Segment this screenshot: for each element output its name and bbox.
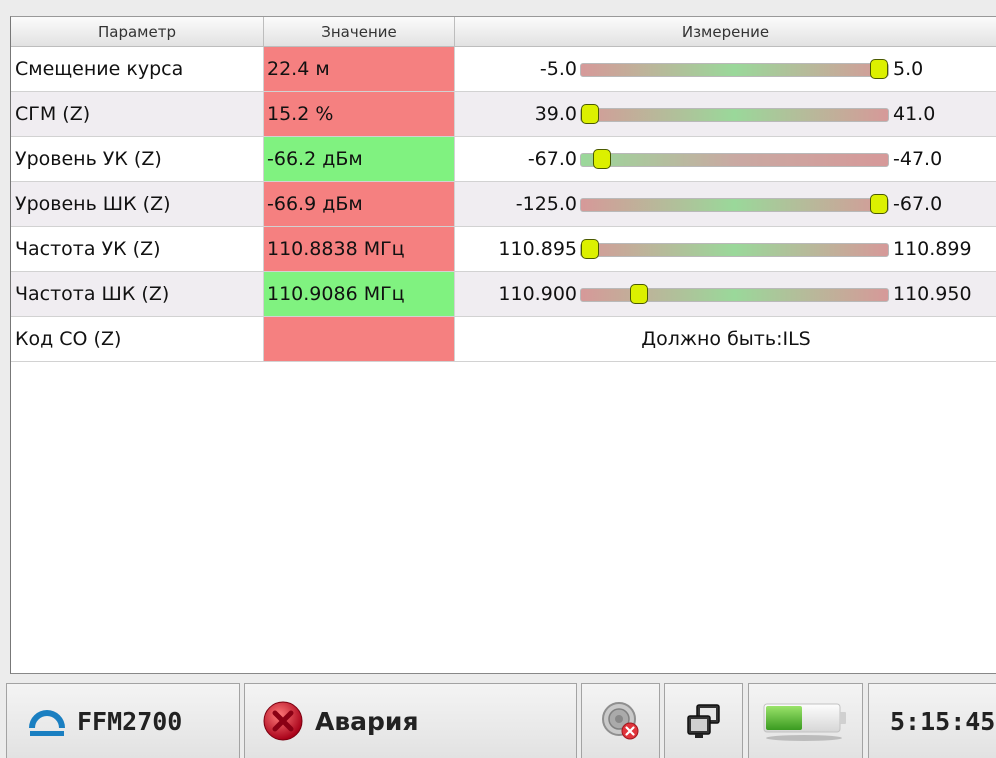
range-min: -125.0 <box>515 193 577 215</box>
range-min: -5.0 <box>539 58 577 80</box>
range-max: -67.0 <box>893 193 943 215</box>
alarm-icon <box>263 701 303 741</box>
table-row[interactable]: Код СО (Z) Должно быть:ILS <box>11 317 996 362</box>
range-max: 110.899 <box>893 238 972 260</box>
measurement-bar <box>580 284 889 304</box>
device-name: FFM2700 <box>77 706 183 736</box>
range-max: 5.0 <box>893 58 924 80</box>
range-min: 110.895 <box>498 238 577 260</box>
table-row[interactable]: Смещение курса 22.4 м -5.0 5.0 <box>11 47 996 92</box>
range-min: -67.0 <box>527 148 577 170</box>
parameter-value: -66.2 дБм <box>264 137 455 181</box>
table-row[interactable]: Частота ШК (Z) 110.9086 МГц 110.900 110.… <box>11 272 996 317</box>
parameter-value: 15.2 % <box>264 92 455 136</box>
table-header: Параметр Значение Измерение <box>11 17 996 47</box>
measurement-cell: -67.0 -47.0 <box>455 137 996 181</box>
parameter-name: Частота ШК (Z) <box>11 272 264 316</box>
parameters-table: Параметр Значение Измерение Смещение кур… <box>10 16 996 674</box>
range-min: 110.900 <box>498 283 577 305</box>
parameter-name: Код СО (Z) <box>11 317 264 361</box>
network-icon <box>686 704 720 738</box>
measurement-bar <box>580 104 889 124</box>
device-button[interactable]: FFM2700 <box>6 683 240 758</box>
parameter-name: СГМ (Z) <box>11 92 264 136</box>
parameter-name: Уровень УК (Z) <box>11 137 264 181</box>
measurement-bar <box>580 239 889 259</box>
table-row[interactable]: Уровень ШК (Z) -66.9 дБм -125.0 -67.0 <box>11 182 996 227</box>
parameter-name: Частота УК (Z) <box>11 227 264 271</box>
measurement-indicator <box>581 104 599 124</box>
battery-button[interactable] <box>748 683 863 758</box>
expected-code-text: Должно быть:ILS <box>641 328 811 350</box>
measurement-indicator <box>581 239 599 259</box>
column-header-measurement[interactable]: Измерение <box>455 17 996 47</box>
measurement-cell: -125.0 -67.0 <box>455 182 996 226</box>
measurement-bar <box>580 194 889 214</box>
network-button[interactable] <box>664 683 743 758</box>
measurement-bar <box>580 59 889 79</box>
parameter-value: 110.9086 МГц <box>264 272 455 316</box>
measurement-cell: 110.895 110.899 <box>455 227 996 271</box>
measurement-cell: 39.0 41.0 <box>455 92 996 136</box>
range-max: 41.0 <box>893 103 936 125</box>
device-logo-icon <box>29 710 65 736</box>
battery-icon <box>763 703 846 741</box>
measurement-indicator <box>630 284 648 304</box>
status-button[interactable]: Авария <box>244 683 577 758</box>
parameter-value: 22.4 м <box>264 47 455 91</box>
table-row[interactable]: Уровень УК (Z) -66.2 дБм -67.0 -47.0 <box>11 137 996 182</box>
measurement-cell: Должно быть:ILS <box>455 317 996 361</box>
measurement-cell: 110.900 110.950 <box>455 272 996 316</box>
parameter-value: 110.8838 МГц <box>264 227 455 271</box>
range-max: -47.0 <box>893 148 943 170</box>
column-header-value[interactable]: Значение <box>264 17 455 47</box>
parameter-name: Уровень ШК (Z) <box>11 182 264 226</box>
speaker-muted-icon <box>601 702 638 740</box>
measurement-bar <box>580 149 889 169</box>
clock-time: 5:15:45 <box>890 706 996 736</box>
measurement-indicator <box>593 149 611 169</box>
battery-level-fill <box>765 706 802 730</box>
measurement-indicator <box>870 194 888 214</box>
taskbar: FFM2700 Авария 5:15:45 <box>0 680 996 758</box>
column-header-parameter[interactable]: Параметр <box>11 17 264 47</box>
parameter-value: -66.9 дБм <box>264 182 455 226</box>
sound-button[interactable] <box>581 683 660 758</box>
range-max: 110.950 <box>893 283 972 305</box>
range-min: 39.0 <box>534 103 577 125</box>
status-text: Авария <box>315 706 419 736</box>
parameter-value <box>264 317 455 361</box>
clock: 5:15:45 <box>868 683 996 758</box>
table-body: Смещение курса 22.4 м -5.0 5.0 СГМ (Z) 1… <box>11 47 996 362</box>
parameter-name: Смещение курса <box>11 47 264 91</box>
measurement-cell: -5.0 5.0 <box>455 47 996 91</box>
table-row[interactable]: Частота УК (Z) 110.8838 МГц 110.895 110.… <box>11 227 996 272</box>
measurement-indicator <box>870 59 888 79</box>
table-row[interactable]: СГМ (Z) 15.2 % 39.0 41.0 <box>11 92 996 137</box>
